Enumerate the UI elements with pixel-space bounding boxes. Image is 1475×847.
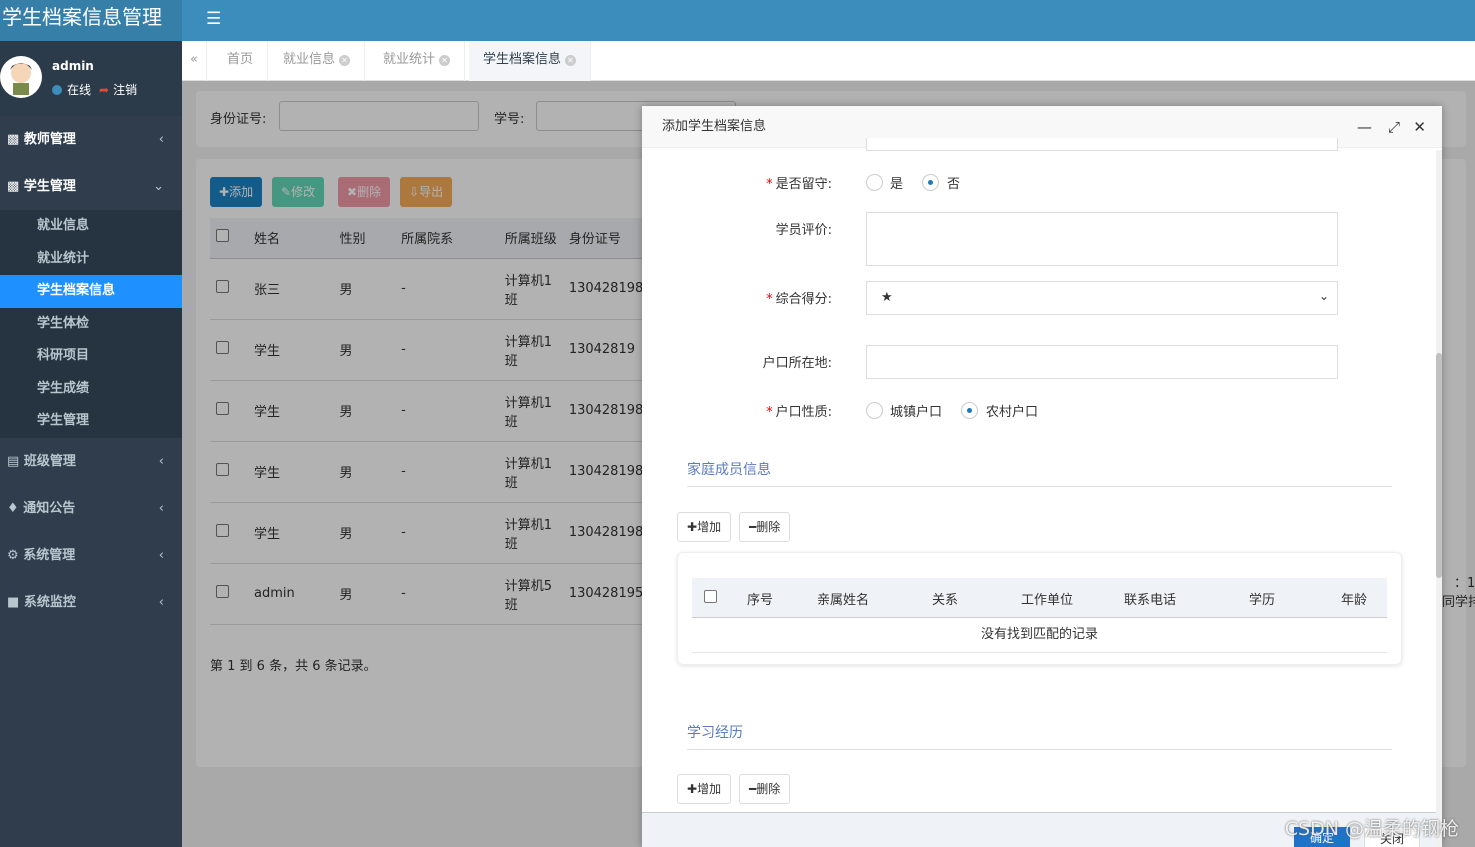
family-select-all-checkbox[interactable] xyxy=(704,590,717,603)
chevron-left-icon: ‹ xyxy=(158,500,164,516)
sidebar-sub-student-mgmt[interactable]: 学生管理 xyxy=(0,405,182,438)
study-add-button[interactable]: ✚增加 xyxy=(677,774,732,804)
chevron-left-icon: ‹ xyxy=(158,453,164,469)
chevron-left-icon: ‹ xyxy=(158,547,164,563)
sidebar-item-student[interactable]: ▩ 学生管理 ⌄ xyxy=(0,163,182,210)
video-camera-icon: ■ xyxy=(7,594,20,610)
bell-icon: ♦ xyxy=(7,500,19,516)
left-behind-label: * 是否留守: xyxy=(766,177,832,192)
dialog-title: 添加学生档案信息 xyxy=(662,119,767,134)
score-select[interactable]: ★ ⌄ xyxy=(866,281,1338,315)
chevron-left-icon: ‹ xyxy=(158,132,164,147)
sidebar-item-class[interactable]: ▤ 班级管理 ‹ xyxy=(0,438,182,485)
logout-link[interactable]: 注销 xyxy=(113,83,137,97)
study-delete-button[interactable]: ━删除 xyxy=(739,774,791,804)
hukou-location-input[interactable] xyxy=(866,345,1338,379)
user-card-icon: ▩ xyxy=(7,132,20,147)
close-tab-icon[interactable]: ✕ xyxy=(339,55,351,66)
sidebar-sub-employment[interactable]: 就业信息 xyxy=(0,210,182,243)
family-table: 序号 亲属姓名 关系 工作单位 联系电话 学历 年龄 没有找到匹配的记录 xyxy=(677,552,1402,665)
dialog-scrollbar[interactable] xyxy=(1436,150,1442,847)
menu-toggle-icon[interactable]: ☰ xyxy=(206,9,221,29)
score-label: * 综合得分: xyxy=(766,292,832,307)
minimize-icon[interactable]: — xyxy=(1357,106,1372,148)
family-add-button[interactable]: ✚增加 xyxy=(677,512,732,542)
top-navbar xyxy=(0,0,1475,41)
sidebar-sub-scores[interactable]: 学生成绩 xyxy=(0,373,182,406)
sidebar-sub-physical[interactable]: 学生体检 xyxy=(0,308,182,341)
tab-student-archive[interactable]: 学生档案信息 ✕ xyxy=(469,41,592,81)
evaluation-textarea[interactable] xyxy=(866,212,1338,266)
gear-icon: ⚙ xyxy=(7,547,19,563)
user-card-icon: ▩ xyxy=(7,179,20,194)
tab-employment-stats[interactable]: 就业统计 ✕ xyxy=(369,41,466,81)
family-delete-button[interactable]: ━删除 xyxy=(739,512,791,542)
avatar xyxy=(0,56,42,98)
study-section-title: 学习经历 xyxy=(687,722,1392,750)
family-empty-message: 没有找到匹配的记录 xyxy=(692,619,1387,653)
tab-bar: « 首页 就业信息 ✕ 就业统计 ✕ 学生档案信息 ✕ xyxy=(182,41,1475,81)
maximize-icon[interactable]: ⤢ xyxy=(1388,106,1400,148)
logout-icon[interactable]: ➦ xyxy=(99,83,109,97)
close-icon[interactable]: ✕ xyxy=(1413,106,1426,148)
hukou-location-label: 户口所在地: xyxy=(762,356,832,371)
sidebar-sub-employment-stats[interactable]: 就业统计 xyxy=(0,243,182,276)
sidebar-item-system[interactable]: ⚙ 系统管理 ‹ xyxy=(0,532,182,579)
hukou-rural-radio[interactable] xyxy=(961,402,978,419)
hukou-type-label: * 户口性质: xyxy=(766,405,832,420)
tab-scroll-left-icon[interactable]: « xyxy=(182,41,207,81)
add-archive-dialog: 添加学生档案信息 — ⤢ ✕ * 是否留守: 是 否 学员评价: * 综合得分: ★… xyxy=(642,106,1442,847)
chevron-left-icon: ‹ xyxy=(158,594,164,610)
id-card-icon: ▤ xyxy=(7,453,20,469)
left-behind-no-radio[interactable] xyxy=(922,174,939,191)
chevron-down-icon: ⌄ xyxy=(1318,289,1329,303)
close-tab-icon[interactable]: ✕ xyxy=(565,55,577,66)
online-status-icon xyxy=(52,85,62,95)
tab-home[interactable]: 首页 xyxy=(213,41,269,81)
chevron-down-icon: ⌄ xyxy=(153,179,164,194)
sidebar-item-notice[interactable]: ♦ 通知公告 ‹ xyxy=(0,485,182,532)
user-panel: admin 在线 ➦ 注销 xyxy=(0,41,182,116)
sidebar-item-teacher[interactable]: ▩ 教师管理 ‹ xyxy=(0,116,182,163)
watermark: CSDN @温柔的钢枪 xyxy=(1284,818,1459,840)
hukou-urban-radio[interactable] xyxy=(866,402,883,419)
left-behind-yes-radio[interactable] xyxy=(866,174,883,191)
online-status: 在线 xyxy=(67,83,92,97)
close-tab-icon[interactable]: ✕ xyxy=(439,55,451,66)
evaluation-label: 学员评价: xyxy=(775,223,832,238)
app-title: 学生档案信息管理 xyxy=(0,0,182,41)
sidebar-item-monitor[interactable]: ■ 系统监控 ‹ xyxy=(0,579,182,626)
previous-field-input[interactable] xyxy=(866,138,1338,151)
user-name: admin xyxy=(52,59,94,73)
tab-employment[interactable]: 就业信息 ✕ xyxy=(269,41,366,81)
sidebar-sub-research[interactable]: 科研项目 xyxy=(0,340,182,373)
family-section-title: 家庭成员信息 xyxy=(687,459,1392,487)
sidebar-sub-archive[interactable]: 学生档案信息 xyxy=(0,275,182,308)
sidebar: admin 在线 ➦ 注销 ▩ 教师管理 ‹ ▩ 学生管理 ⌄ 就业信息 就业统计 学生… xyxy=(0,41,182,847)
